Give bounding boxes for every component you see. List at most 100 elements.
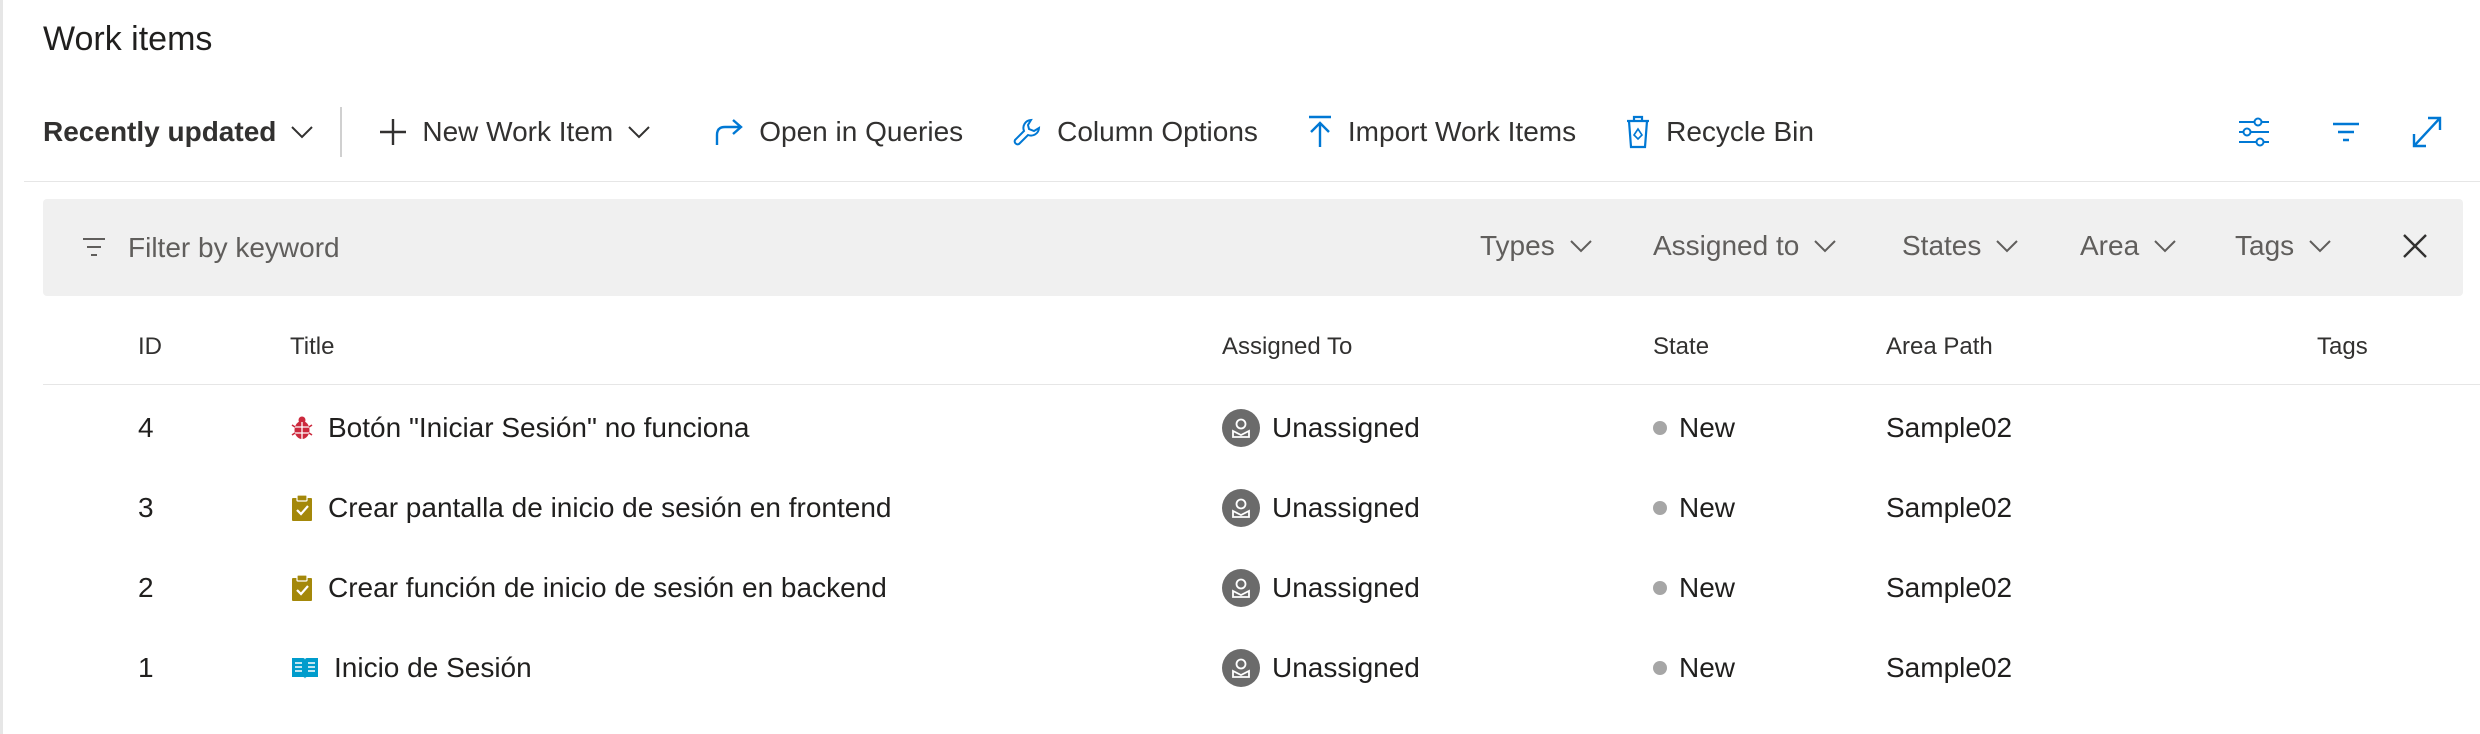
unassigned-avatar-icon xyxy=(1222,569,1260,607)
state-dot-icon xyxy=(1653,581,1667,595)
column-header-area-path[interactable]: Area Path xyxy=(1886,333,1993,361)
row-state: New xyxy=(1679,572,1736,603)
filter-area-label: Area xyxy=(2080,230,2140,261)
row-state: New xyxy=(1679,412,1736,443)
user-story-icon xyxy=(292,658,318,679)
view-selector-label: Recently updated xyxy=(43,116,277,147)
state-dot-icon xyxy=(1653,501,1667,515)
task-icon xyxy=(292,574,312,601)
recycle-bin-icon xyxy=(1627,115,1650,149)
wrench-icon xyxy=(1013,118,1041,146)
toolbar: Recently updated New Work Item Open in Q… xyxy=(43,104,1862,160)
row-state-cell: New xyxy=(1653,468,1735,548)
task-icon xyxy=(292,494,312,521)
filter-assigned-to-dropdown[interactable]: Assigned to xyxy=(1653,230,1837,262)
table-row[interactable]: 3 Crear pantalla de inicio de sesión en … xyxy=(0,468,2480,548)
column-header-tags[interactable]: Tags xyxy=(2317,333,2368,361)
import-work-items-label: Import Work Items xyxy=(1347,116,1577,147)
row-state-cell: New xyxy=(1653,628,1735,708)
row-id: 2 xyxy=(138,572,154,603)
column-header-state[interactable]: State xyxy=(1653,333,1709,361)
row-area-path: Sample02 xyxy=(1886,412,2013,443)
column-options-button[interactable]: Column Options xyxy=(1011,116,1258,148)
row-id: 3 xyxy=(138,492,154,523)
row-id: 4 xyxy=(138,412,154,443)
header-divider xyxy=(43,384,2480,385)
open-in-queries-label: Open in Queries xyxy=(759,116,964,147)
redirect-arrow-icon xyxy=(716,119,744,145)
filter-types-label: Types xyxy=(1480,230,1555,261)
table-row[interactable]: 4 Botón "Iniciar Sesión" no funciona Una… xyxy=(0,388,2480,468)
row-state-cell: New xyxy=(1653,548,1735,628)
row-assigned-cell: Unassigned xyxy=(1222,388,1420,468)
row-title-cell[interactable]: Crear función de inicio de sesión en bac… xyxy=(290,548,887,628)
row-title: Crear función de inicio de sesión en bac… xyxy=(328,572,887,603)
filter-keyword-input[interactable]: Filter by keyword xyxy=(128,232,340,264)
row-assigned: Unassigned xyxy=(1272,492,1420,523)
chevron-down-icon xyxy=(1814,240,1837,253)
filter-tags-label: Tags xyxy=(2235,230,2295,261)
filter-icon[interactable] xyxy=(2330,114,2362,150)
row-title: Crear pantalla de inicio de sesión en fr… xyxy=(328,492,892,523)
bug-icon xyxy=(291,416,313,439)
view-options-icon[interactable] xyxy=(2236,114,2272,150)
filter-assigned-to-label: Assigned to xyxy=(1653,230,1800,261)
plus-icon xyxy=(380,119,407,145)
recycle-bin-button[interactable]: Recycle Bin xyxy=(1624,115,1814,149)
row-area-path: Sample02 xyxy=(1886,492,2013,523)
new-work-item-button[interactable]: New Work Item xyxy=(378,116,665,148)
chevron-down-icon xyxy=(2309,240,2331,253)
expand-icon[interactable] xyxy=(2410,114,2444,150)
filter-states-dropdown[interactable]: States xyxy=(1902,230,2019,262)
row-area-path: Sample02 xyxy=(1886,652,2013,683)
filter-tags-dropdown[interactable]: Tags xyxy=(2235,230,2332,262)
unassigned-avatar-icon xyxy=(1222,409,1260,447)
chevron-down-icon xyxy=(1569,240,1592,253)
recycle-bin-label: Recycle Bin xyxy=(1666,116,1814,147)
row-title: Inicio de Sesión xyxy=(334,652,532,683)
view-selector-button[interactable]: Recently updated xyxy=(43,116,314,148)
row-state-cell: New xyxy=(1653,388,1735,468)
unassigned-avatar-icon xyxy=(1222,489,1260,527)
row-assigned-cell: Unassigned xyxy=(1222,548,1420,628)
filter-types-dropdown[interactable]: Types xyxy=(1480,230,1593,262)
filter-bar: Filter by keyword Types Assigned to Stat… xyxy=(43,199,2463,296)
column-options-label: Column Options xyxy=(1057,116,1258,147)
import-work-items-button[interactable]: Import Work Items xyxy=(1306,115,1576,149)
state-dot-icon xyxy=(1653,661,1667,675)
state-dot-icon xyxy=(1653,421,1667,435)
filter-area-dropdown[interactable]: Area xyxy=(2080,230,2177,262)
row-assigned: Unassigned xyxy=(1272,652,1420,683)
row-assigned: Unassigned xyxy=(1272,412,1420,443)
chevron-down-icon xyxy=(628,126,650,139)
row-area-path: Sample02 xyxy=(1886,572,2013,603)
open-in-queries-button[interactable]: Open in Queries xyxy=(713,116,963,148)
new-work-item-label: New Work Item xyxy=(422,116,614,147)
column-header-id[interactable]: ID xyxy=(138,333,162,361)
row-state: New xyxy=(1679,652,1736,683)
page-title: Work items xyxy=(43,20,213,58)
row-title-cell[interactable]: Inicio de Sesión xyxy=(290,628,532,708)
upload-icon xyxy=(1308,115,1331,147)
row-title-cell[interactable]: Botón "Iniciar Sesión" no funciona xyxy=(290,388,749,468)
toolbar-right-actions xyxy=(2220,104,2480,160)
filter-states-label: States xyxy=(1902,230,1982,261)
row-assigned: Unassigned xyxy=(1272,572,1420,603)
row-assigned-cell: Unassigned xyxy=(1222,468,1420,548)
table-row[interactable]: 2 Crear función de inicio de sesión en b… xyxy=(0,548,2480,628)
chevron-down-icon xyxy=(291,126,314,139)
chevron-down-icon xyxy=(1996,240,2019,253)
toolbar-divider xyxy=(24,181,2480,182)
row-assigned-cell: Unassigned xyxy=(1222,628,1420,708)
toolbar-separator xyxy=(340,107,343,157)
column-header-title[interactable]: Title xyxy=(290,333,334,361)
row-state: New xyxy=(1679,492,1736,523)
table-row[interactable]: 1 Inicio de Sesión Unassigned New Sample… xyxy=(0,628,2480,708)
row-id: 1 xyxy=(138,652,154,683)
row-title: Botón "Iniciar Sesión" no funciona xyxy=(328,412,750,443)
filter-icon xyxy=(83,238,105,256)
row-title-cell[interactable]: Crear pantalla de inicio de sesión en fr… xyxy=(290,468,891,548)
chevron-down-icon xyxy=(2154,240,2176,253)
close-icon[interactable] xyxy=(2401,232,2429,260)
column-header-assigned-to[interactable]: Assigned To xyxy=(1222,333,1352,361)
